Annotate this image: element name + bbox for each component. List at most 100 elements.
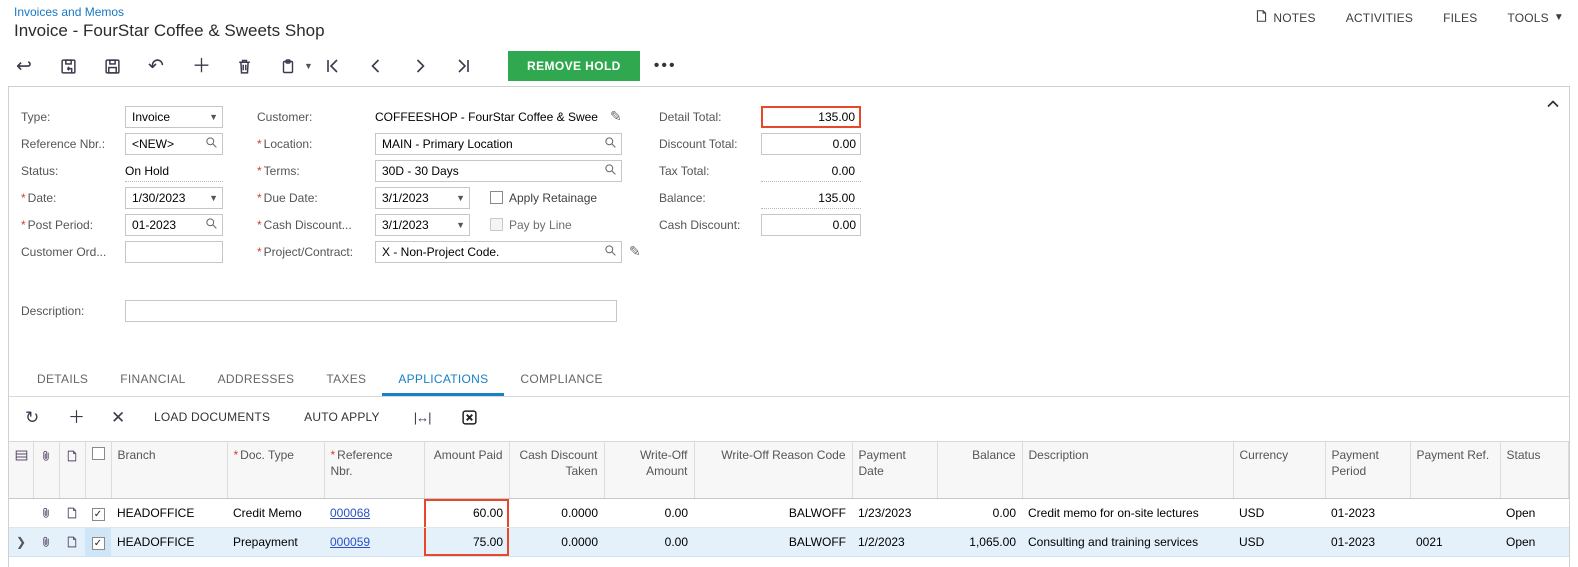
cell-payment-date[interactable]: 1/23/2023 [852, 499, 937, 528]
date-value[interactable] [132, 191, 205, 205]
tab-compliance[interactable]: COMPLIANCE [504, 363, 618, 396]
auto-apply-button[interactable]: AUTO APPLY [304, 410, 380, 424]
tab-taxes[interactable]: TAXES [310, 363, 382, 396]
caret-down-icon[interactable]: ▼ [456, 220, 465, 230]
reference-nbr-value[interactable] [132, 137, 205, 151]
cell-status[interactable]: Open [1500, 528, 1569, 557]
add-row-button[interactable]: ＋ [68, 409, 111, 426]
col-description[interactable]: Description [1022, 442, 1233, 499]
note-cell[interactable] [59, 528, 85, 557]
cancel-button[interactable]: ↶ [148, 57, 192, 76]
delete-button[interactable] [236, 58, 280, 75]
back-button[interactable]: ↩ [16, 57, 60, 76]
cell-payment-period[interactable]: 01-2023 [1325, 528, 1410, 557]
col-payment-period[interactable]: Payment Period [1325, 442, 1410, 499]
col-branch[interactable]: Branch [111, 442, 227, 499]
col-doc-type[interactable]: *Doc. Type [227, 442, 324, 499]
search-icon[interactable] [604, 163, 617, 179]
col-amount-paid[interactable]: Amount Paid [424, 442, 509, 499]
col-reference-nbr[interactable]: *Reference Nbr. [324, 442, 424, 499]
col-write-off-amount[interactable]: Write-Off Amount [604, 442, 694, 499]
caret-down-icon[interactable]: ▼ [209, 193, 218, 203]
table-row-selected[interactable]: ❯ HEADOFFICE Prepayment 000059 75.00 0.0… [9, 528, 1569, 557]
cell-description[interactable]: Consulting and training services [1022, 528, 1233, 557]
due-date-picker[interactable]: ▼ [375, 187, 470, 209]
row-settings-header[interactable] [9, 442, 33, 499]
cell-reference-nbr[interactable]: 000059 [324, 528, 424, 557]
cell-payment-date[interactable]: 1/2/2023 [852, 528, 937, 557]
discount-total-value[interactable] [768, 137, 856, 151]
remove-hold-button[interactable]: REMOVE HOLD [508, 51, 640, 81]
add-new-button[interactable]: ＋ [192, 57, 236, 76]
customer-order-input[interactable] [125, 241, 223, 263]
post-period-value[interactable] [132, 218, 205, 232]
project-contract-input[interactable] [375, 241, 622, 263]
tools-button[interactable]: TOOLS ▼ [1507, 11, 1564, 25]
search-icon[interactable] [205, 217, 218, 233]
export-excel-button[interactable] [461, 409, 504, 426]
note-cell[interactable] [59, 499, 85, 528]
cell-write-off-amount[interactable]: 0.00 [604, 528, 694, 557]
col-write-off-reason-code[interactable]: Write-Off Reason Code [694, 442, 852, 499]
cell-doc-type[interactable]: Prepayment [227, 528, 324, 557]
terms-input[interactable] [375, 160, 622, 182]
cash-discount-value[interactable] [768, 218, 856, 232]
terms-value[interactable] [382, 164, 604, 178]
fit-width-button[interactable]: |↔| [414, 410, 431, 425]
type-value[interactable] [132, 110, 205, 124]
more-actions-button[interactable]: ••• [654, 57, 677, 75]
breadcrumb[interactable]: Invoices and Memos [14, 5, 124, 19]
load-documents-button[interactable]: LOAD DOCUMENTS [154, 410, 270, 424]
search-icon[interactable] [604, 244, 617, 260]
col-cash-discount-taken[interactable]: Cash Discount Taken [509, 442, 604, 499]
due-date-value[interactable] [382, 191, 452, 205]
col-currency[interactable]: Currency [1233, 442, 1325, 499]
collapse-panel-button[interactable] [1547, 95, 1559, 113]
activities-button[interactable]: ACTIVITIES [1346, 11, 1413, 25]
attachments-header[interactable] [33, 442, 59, 499]
row-checkbox-checked[interactable] [92, 508, 105, 521]
caret-down-icon[interactable]: ▼ [209, 112, 218, 122]
select-all-checkbox[interactable] [92, 447, 105, 460]
tab-applications[interactable]: APPLICATIONS [382, 363, 504, 396]
customer-order-value[interactable] [132, 245, 218, 259]
next-record-button[interactable] [412, 58, 456, 74]
cell-currency[interactable]: USD [1233, 499, 1325, 528]
cell-cash-discount-taken[interactable]: 0.0000 [509, 499, 604, 528]
reference-link[interactable]: 000059 [330, 535, 370, 549]
cell-write-off-reason-code[interactable]: BALWOFF [694, 499, 852, 528]
row-select-cell[interactable] [85, 499, 111, 528]
description-value[interactable] [132, 304, 612, 318]
tab-addresses[interactable]: ADDRESSES [202, 363, 311, 396]
cell-reference-nbr[interactable]: 000068 [324, 499, 424, 528]
cash-discount-input[interactable] [761, 214, 861, 236]
last-record-button[interactable] [456, 58, 500, 74]
cell-cash-discount-taken[interactable]: 0.0000 [509, 528, 604, 557]
row-select-cell[interactable] [85, 528, 111, 557]
project-contract-value[interactable] [382, 245, 604, 259]
copy-paste-button[interactable]: ▼ [280, 58, 324, 75]
files-button[interactable]: FILES [1443, 11, 1477, 25]
refresh-button[interactable]: ↻ [25, 409, 68, 426]
previous-record-button[interactable] [368, 58, 412, 74]
cell-balance[interactable]: 0.00 [937, 499, 1022, 528]
discount-total-input[interactable] [761, 133, 861, 155]
post-period-input[interactable] [125, 214, 223, 236]
cell-write-off-reason-code[interactable]: BALWOFF [694, 528, 852, 557]
attachment-cell[interactable] [33, 528, 59, 557]
save-close-button[interactable] [60, 58, 104, 75]
description-input[interactable] [125, 300, 617, 322]
cell-currency[interactable]: USD [1233, 528, 1325, 557]
pencil-icon[interactable]: ✎ [610, 108, 622, 125]
cell-payment-period[interactable]: 01-2023 [1325, 499, 1410, 528]
attachment-cell[interactable] [33, 499, 59, 528]
cell-description[interactable]: Credit memo for on-site lectures [1022, 499, 1233, 528]
cell-branch[interactable]: HEADOFFICE [111, 499, 227, 528]
tab-financial[interactable]: FINANCIAL [104, 363, 201, 396]
cell-branch[interactable]: HEADOFFICE [111, 528, 227, 557]
table-row[interactable]: HEADOFFICE Credit Memo 000068 60.00 0.00… [9, 499, 1569, 528]
pencil-icon[interactable]: ✎ [629, 243, 641, 260]
notes-header[interactable] [59, 442, 85, 499]
cash-discount-date-value[interactable] [382, 218, 452, 232]
reference-nbr-input[interactable] [125, 133, 223, 155]
